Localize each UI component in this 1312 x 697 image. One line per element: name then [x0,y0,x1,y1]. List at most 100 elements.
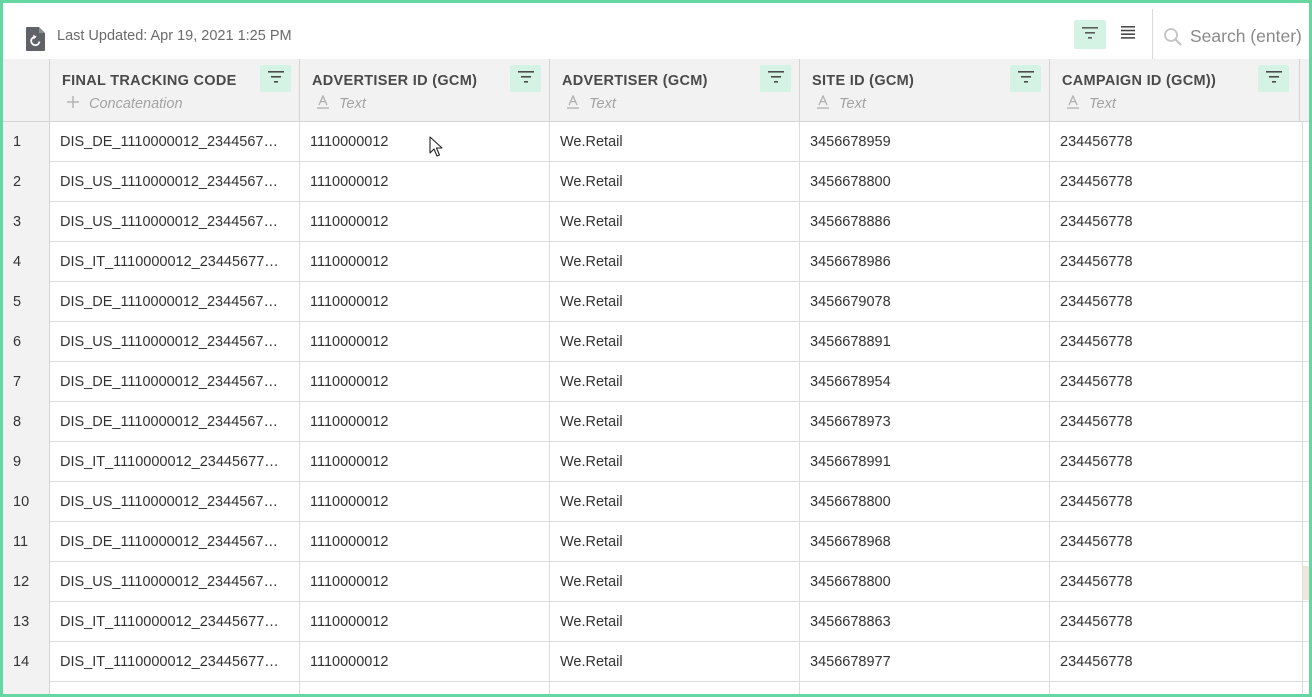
table-cell[interactable]: 3456679078 [800,282,1050,322]
table-cell[interactable]: We.Retail [550,482,800,522]
table-cell[interactable]: 1110000012 [300,562,550,602]
table-cell[interactable]: DIS_DE_1110000012_2344567… [50,122,300,162]
table-row[interactable]: 5 DIS_DE_1110000012_2344567… 1110000012 We.… [3,282,1309,322]
table-row[interactable]: 3 DIS_US_1110000012_2344567… 1110000012 We.… [3,202,1309,242]
table-cell[interactable]: 234456778 [1050,162,1303,202]
table-cell[interactable]: 1110000012 [300,162,550,202]
table-cell[interactable]: DIS_IT_1110000012_23445677… [50,602,300,642]
table-row[interactable]: 9 DIS_IT_1110000012_23445677… 1110000012 We… [3,442,1309,482]
table-cell[interactable]: 234456778 [1050,122,1303,162]
table-cell[interactable]: 1110000012 [300,522,550,562]
table-row[interactable]: 11 DIS_DE_1110000012_2344567… 1110000012 We… [3,522,1309,562]
table-row[interactable]: 12 DIS_US_1110000012_2344567… 1110000012 We… [3,562,1309,602]
table-cell[interactable]: DIS_IT_1110000012_23445677… [50,242,300,282]
table-cell[interactable]: 234456778 [1050,562,1303,602]
table-row[interactable]: 14 DIS_IT_1110000012_23445677… 1110000012 W… [3,642,1309,682]
table-cell[interactable]: DIS_US_1110000012_2344567… [50,482,300,522]
table-cell[interactable]: We.Retail [550,122,800,162]
table-cell[interactable]: We.Retail [550,642,800,682]
toolbar-list-button[interactable] [1115,22,1141,48]
table-cell[interactable]: 1110000012 [300,642,550,682]
table-cell[interactable]: DIS_IT_1110000012_23445677… [50,642,300,682]
table-cell[interactable]: We.Retail [550,242,800,282]
table-cell[interactable]: We.Retail [550,562,800,602]
table-cell[interactable]: DIS_US_1110000012_2344567… [50,562,300,602]
table-row[interactable]: 2 DIS_US_1110000012_2344567… 1110000012 We.… [3,162,1309,202]
table-cell[interactable]: 3456678886 [800,202,1050,242]
table-cell[interactable]: 1110000012 [300,242,550,282]
table-cell[interactable]: 234456778 [1050,282,1303,322]
column-header-advertiser[interactable]: ADVERTISER (GCM) Text [550,59,800,122]
table-cell[interactable]: DIS_US_1110000012_2344567… [50,202,300,242]
table-cell[interactable]: 3456678977 [800,642,1050,682]
column-header-final-tracking-code[interactable]: FINAL TRACKING CODE Concatenation [50,59,300,122]
column-header-site-id[interactable]: SITE ID (GCM) Text [800,59,1050,122]
table-cell[interactable]: We.Retail [550,362,800,402]
search-input[interactable]: Search (enter) [1190,26,1302,47]
table-cell[interactable]: 3456678954 [800,362,1050,402]
table-cell[interactable]: 1110000012 [300,402,550,442]
table-cell[interactable]: DIS_DE_1110000012_2344567… [50,522,300,562]
table-cell[interactable]: 1110000012 [300,322,550,362]
table-cell[interactable]: 1110000012 [300,282,550,322]
table-cell[interactable]: DIS_US_1110000012_2344567… [50,162,300,202]
table-cell[interactable]: We.Retail [550,522,800,562]
table-row[interactable]: 6 DIS_US_1110000012_2344567… 1110000012 We.… [3,322,1309,362]
table-cell[interactable]: 1110000012 [300,442,550,482]
search-box[interactable]: Search (enter) [1152,9,1309,61]
scrollbar[interactable] [1303,566,1309,600]
table-cell[interactable]: We.Retail [550,202,800,242]
table-row[interactable]: 13 DIS_IT_1110000012_23445677… 1110000012 W… [3,602,1309,642]
table-cell[interactable]: We.Retail [550,442,800,482]
column-header-campaign-id[interactable]: CAMPAIGN ID (GCM)) Text [1050,59,1300,122]
document-refresh-icon[interactable] [24,26,48,52]
table-cell[interactable]: 3456678800 [800,162,1050,202]
table-cell[interactable] [300,682,550,694]
table-cell[interactable]: 1110000012 [300,202,550,242]
table-row[interactable]: 1 DIS_DE_1110000012_2344567… 1110000012 We.… [3,122,1309,162]
table-cell[interactable]: 3456678800 [800,562,1050,602]
table-cell[interactable]: We.Retail [550,402,800,442]
table-row[interactable]: 10 DIS_US_1110000012_2344567… 1110000012 We… [3,482,1309,522]
table-cell[interactable]: DIS_DE_1110000012_2344567… [50,402,300,442]
table-cell[interactable]: 1110000012 [300,482,550,522]
table-cell[interactable] [550,682,800,694]
table-row[interactable] [3,682,1309,694]
table-cell[interactable]: 3456678973 [800,402,1050,442]
table-cell[interactable]: 3456678959 [800,122,1050,162]
table-cell[interactable]: 234456778 [1050,202,1303,242]
table-cell[interactable]: 3456678800 [800,482,1050,522]
table-row[interactable]: 4 DIS_IT_1110000012_23445677… 1110000012 We… [3,242,1309,282]
table-cell[interactable]: We.Retail [550,322,800,362]
table-cell[interactable]: DIS_DE_1110000012_2344567… [50,282,300,322]
table-cell[interactable] [800,682,1050,694]
table-cell[interactable] [1050,682,1303,694]
toolbar-filter-button[interactable] [1074,20,1106,49]
table-cell[interactable]: 234456778 [1050,362,1303,402]
table-cell[interactable]: 234456778 [1050,442,1303,482]
table-row[interactable]: 7 DIS_DE_1110000012_2344567… 1110000012 We.… [3,362,1309,402]
table-cell[interactable] [50,682,300,694]
table-cell[interactable]: 234456778 [1050,322,1303,362]
table-cell[interactable]: We.Retail [550,162,800,202]
table-cell[interactable]: 234456778 [1050,482,1303,522]
column-filter-button[interactable] [1010,65,1041,92]
table-cell[interactable]: 1110000012 [300,122,550,162]
table-row[interactable]: 8 DIS_DE_1110000012_2344567… 1110000012 We.… [3,402,1309,442]
table-cell[interactable]: DIS_DE_1110000012_2344567… [50,362,300,402]
column-filter-button[interactable] [760,65,791,92]
table-cell[interactable]: 3456678968 [800,522,1050,562]
table-cell[interactable]: DIS_IT_1110000012_23445677… [50,442,300,482]
table-cell[interactable]: 1110000012 [300,602,550,642]
table-cell[interactable]: 234456778 [1050,602,1303,642]
table-cell[interactable]: 3456678986 [800,242,1050,282]
table-cell[interactable]: 234456778 [1050,522,1303,562]
table-cell[interactable]: 3456678863 [800,602,1050,642]
table-cell[interactable]: 234456778 [1050,242,1303,282]
table-cell[interactable]: 3456678891 [800,322,1050,362]
column-header-advertiser-id[interactable]: ADVERTISER ID (GCM) Text [300,59,550,122]
table-cell[interactable]: We.Retail [550,282,800,322]
column-filter-button[interactable] [510,65,541,92]
table-cell[interactable]: DIS_US_1110000012_2344567… [50,322,300,362]
table-cell[interactable]: 234456778 [1050,642,1303,682]
